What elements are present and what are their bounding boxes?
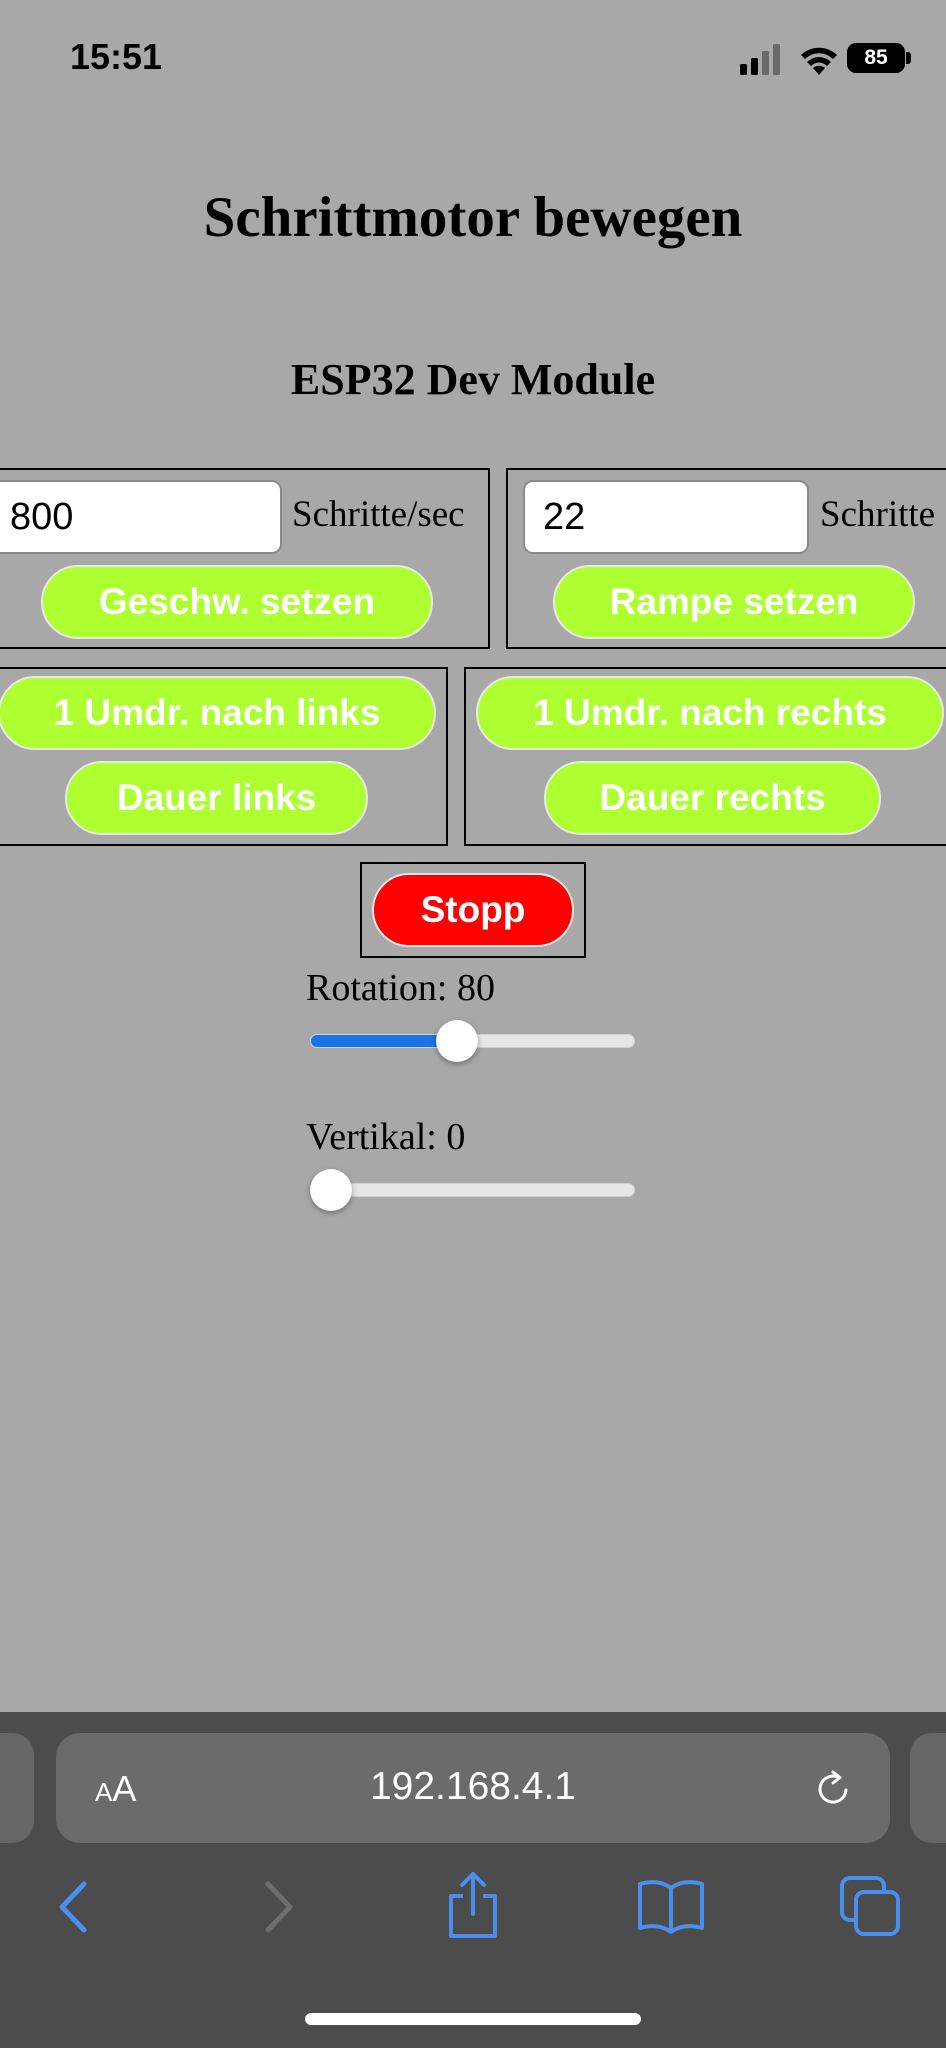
continuous-right-button[interactable]: Dauer rechts (544, 761, 881, 835)
page-title: Schrittmotor bewegen (203, 186, 743, 249)
page-subtitle: ESP32 Dev Module (290, 355, 656, 404)
continuous-left-button[interactable]: Dauer links (65, 761, 368, 835)
previous-tab-peek[interactable] (0, 1733, 34, 1843)
url-text: 192.168.4.1 (369, 1765, 577, 1808)
vertical-slider-track[interactable] (310, 1183, 635, 1197)
speed-input[interactable]: 800 (0, 480, 282, 554)
battery-cap (906, 52, 911, 64)
next-tab-peek[interactable] (910, 1733, 946, 1843)
reload-icon[interactable] (812, 1767, 856, 1811)
vertical-slider-thumb[interactable] (310, 1169, 352, 1211)
battery-icon: 85 (847, 43, 905, 73)
bookmarks-icon[interactable] (636, 1878, 706, 1934)
one-rev-left-button[interactable]: 1 Umdr. nach links (0, 676, 436, 750)
forward-icon[interactable] (252, 1878, 302, 1936)
vertical-label: Vertikal: 0 (306, 1116, 466, 1158)
ramp-unit: Schritte (820, 494, 936, 535)
screen: 15:51 85 Schrittmotor bewegen ESP32 Dev … (0, 0, 946, 2048)
one-rev-right-button[interactable]: 1 Umdr. nach rechts (476, 676, 944, 750)
status-time: 15:51 (70, 36, 163, 77)
set-ramp-button[interactable]: Rampe setzen (553, 565, 915, 639)
home-indicator[interactable] (305, 2013, 641, 2025)
ramp-input[interactable]: 22 (523, 480, 809, 554)
rotation-slider-thumb[interactable] (435, 1020, 478, 1062)
tabs-icon[interactable] (838, 1874, 902, 1938)
speed-unit: Schritte/sec (292, 494, 465, 535)
cellular-signal-icon (740, 44, 780, 75)
stop-button[interactable]: Stopp (372, 873, 574, 947)
back-icon[interactable] (50, 1878, 100, 1936)
share-icon[interactable] (443, 1870, 503, 1940)
wifi-icon (801, 47, 837, 75)
set-speed-button[interactable]: Geschw. setzen (41, 565, 433, 639)
rotation-label: Rotation: 80 (306, 967, 495, 1009)
